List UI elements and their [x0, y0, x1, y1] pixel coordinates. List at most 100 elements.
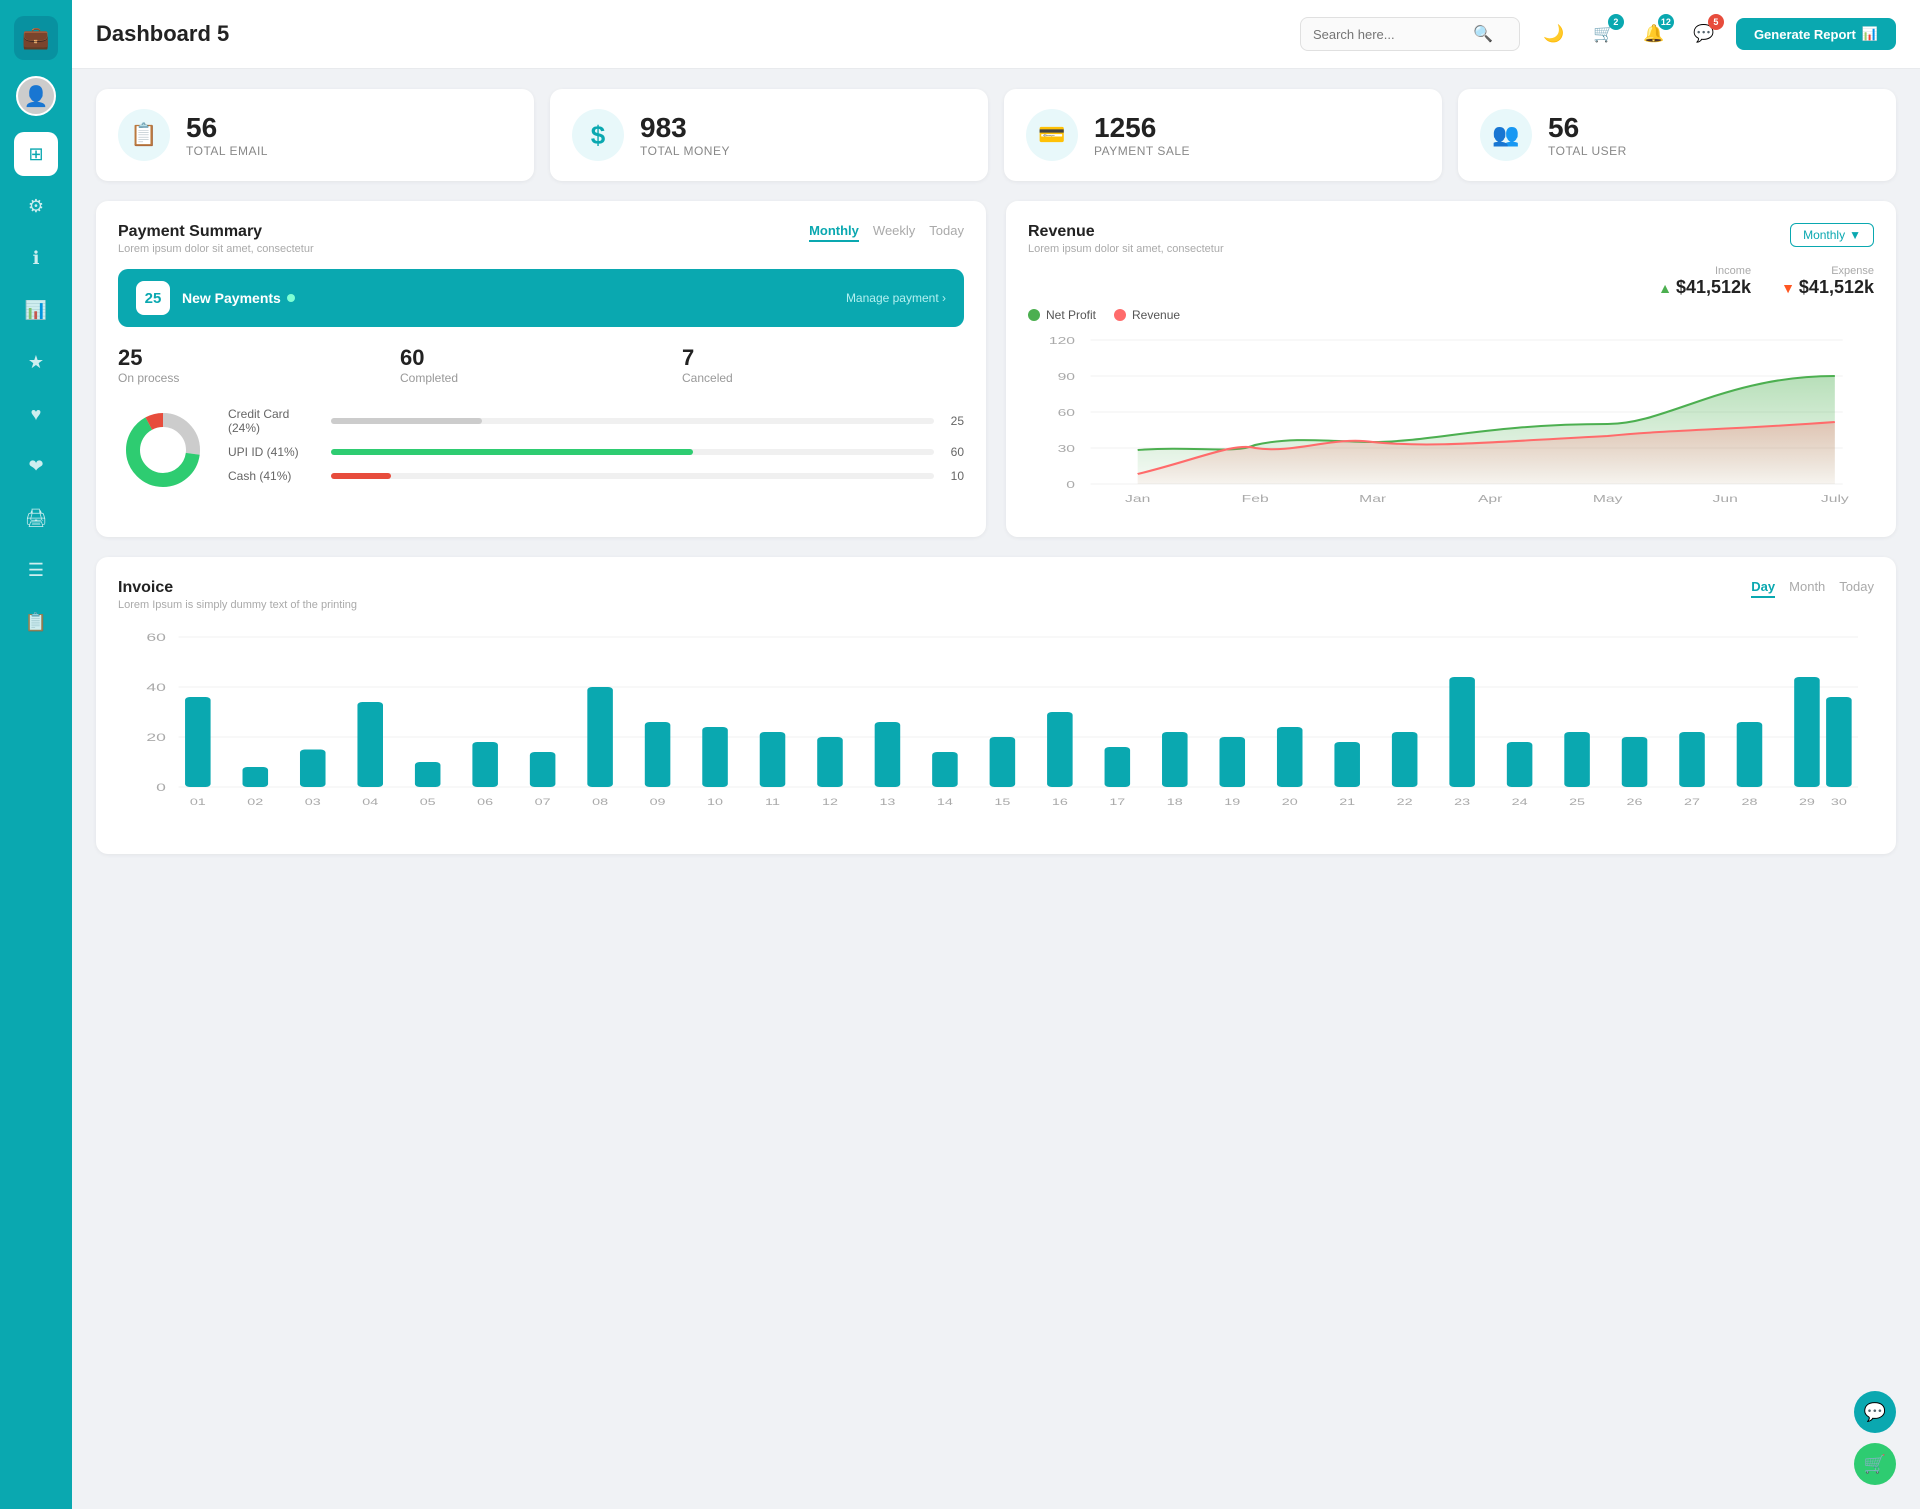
notification-button[interactable]: 🔔 12 [1636, 16, 1672, 52]
bar-06 [472, 742, 498, 787]
progress-val-cc: 25 [942, 414, 964, 428]
sidebar-item-list[interactable]: 📋 [14, 600, 58, 644]
revenue-period-button[interactable]: Monthly ▼ [1790, 223, 1874, 247]
donut-area: Credit Card (24%) 25 UPI ID (41%) 60 [118, 405, 964, 495]
svg-text:60: 60 [1058, 407, 1075, 418]
search-icon: 🔍 [1473, 24, 1493, 44]
user-icon: 👥 [1480, 109, 1532, 161]
revenue-card: Revenue Lorem ipsum dolor sit amet, cons… [1006, 201, 1896, 537]
stats-3: 25 On process 60 Completed 7 Canceled [118, 345, 964, 385]
page-title: Dashboard 5 [96, 21, 1300, 47]
stat-info-user: 56 TOTAL USER [1548, 112, 1627, 158]
bar-17 [1105, 747, 1131, 787]
expense-arrow-icon: ▼ [1781, 280, 1795, 296]
money-icon: $ [572, 109, 624, 161]
bar-25 [1564, 732, 1590, 787]
svg-text:May: May [1593, 493, 1623, 504]
revenue-chart: 120 90 60 30 0 Jan Feb Mar Apr May Jun J… [1028, 330, 1874, 515]
new-payments-bar: 25 New Payments Manage payment › [118, 269, 964, 327]
legend-label-netprofit: Net Profit [1046, 308, 1096, 322]
svg-text:05: 05 [420, 797, 436, 808]
inv-tab-month[interactable]: Month [1789, 579, 1825, 598]
fab-area: 💬 🛒 [1854, 1391, 1896, 1485]
sidebar-item-settings[interactable]: ⚙ [14, 184, 58, 228]
email-value: 56 [186, 112, 268, 144]
progress-item-creditcard: Credit Card (24%) 25 [228, 407, 964, 435]
sidebar-avatar[interactable]: 👤 [16, 76, 56, 116]
chat-button[interactable]: 💬 5 [1686, 16, 1722, 52]
svg-text:30: 30 [1831, 797, 1847, 808]
expense-amount: $41,512k [1799, 277, 1874, 298]
svg-text:23: 23 [1454, 797, 1470, 808]
rev-header: Revenue Lorem ipsum dolor sit amet, cons… [1028, 223, 1874, 255]
sidebar-item-dashboard[interactable]: ⊞ [14, 132, 58, 176]
invoice-card: Invoice Lorem Ipsum is simply dummy text… [96, 557, 1896, 854]
cart-fab[interactable]: 🛒 [1854, 1443, 1896, 1485]
svg-text:Jan: Jan [1125, 493, 1150, 504]
svg-text:Jun: Jun [1713, 493, 1738, 504]
invoice-subtitle: Lorem Ipsum is simply dummy text of the … [118, 599, 357, 611]
ps-header: Payment Summary Lorem ipsum dolor sit am… [118, 223, 964, 255]
sidebar-logo[interactable]: 💼 [14, 16, 58, 60]
moon-icon: 🌙 [1543, 24, 1564, 44]
chart-icon: 📊 [1862, 26, 1878, 42]
manage-payment-link[interactable]: Manage payment › [846, 291, 946, 305]
sidebar-item-menu[interactable]: ☰ [14, 548, 58, 592]
cart-button[interactable]: 🛒 2 [1586, 16, 1622, 52]
ps-subtitle: Lorem ipsum dolor sit amet, consectetur [118, 243, 314, 255]
payment-icon: 💳 [1026, 109, 1078, 161]
svg-text:08: 08 [592, 797, 608, 808]
svg-text:11: 11 [765, 797, 780, 808]
generate-report-button[interactable]: Generate Report 📊 [1736, 18, 1896, 50]
stat3-onprocess-label: On process [118, 371, 400, 385]
dark-mode-toggle[interactable]: 🌙 [1536, 16, 1572, 52]
bar-26 [1622, 737, 1648, 787]
donut-svg [118, 405, 208, 495]
svg-text:25: 25 [1569, 797, 1585, 808]
sidebar-item-heart[interactable]: ♥ [14, 392, 58, 436]
ps-tab-monthly[interactable]: Monthly [809, 223, 859, 242]
rev-title-area: Revenue Lorem ipsum dolor sit amet, cons… [1028, 223, 1224, 255]
search-bar[interactable]: 🔍 [1300, 17, 1520, 51]
legend-label-revenue: Revenue [1132, 308, 1180, 322]
svg-text:20: 20 [146, 732, 166, 744]
bar-14 [932, 752, 958, 787]
bar-29 [1794, 677, 1820, 787]
bar-18 [1162, 732, 1188, 787]
progress-fill-cc [331, 418, 482, 424]
invoice-bar-chart: 60 40 20 0 [118, 627, 1874, 832]
sidebar-item-info[interactable]: ℹ [14, 236, 58, 280]
stat-card-payment: 💳 1256 PAYMENT SALE [1004, 89, 1442, 181]
svg-text:02: 02 [247, 797, 263, 808]
inv-tab-day[interactable]: Day [1751, 579, 1775, 598]
svg-text:21: 21 [1339, 797, 1355, 808]
bar-11 [760, 732, 786, 787]
ps-title-area: Payment Summary Lorem ipsum dolor sit am… [118, 223, 314, 255]
payment-summary-card: Payment Summary Lorem ipsum dolor sit am… [96, 201, 986, 537]
stat3-onprocess: 25 On process [118, 345, 400, 385]
income-arrow-icon: ▲ [1658, 280, 1672, 296]
svg-text:19: 19 [1224, 797, 1240, 808]
np-left: 25 New Payments [136, 281, 295, 315]
sidebar-item-analytics[interactable]: 📊 [14, 288, 58, 332]
payment-label: PAYMENT SALE [1094, 144, 1190, 158]
ps-tab-weekly[interactable]: Weekly [873, 223, 915, 242]
inv-tab-today[interactable]: Today [1839, 579, 1874, 598]
payment-value: 1256 [1094, 112, 1190, 144]
support-fab[interactable]: 💬 [1854, 1391, 1896, 1433]
sidebar-item-star[interactable]: ★ [14, 340, 58, 384]
sidebar-item-print[interactable]: 🖨 [14, 496, 58, 540]
bar-20 [1277, 727, 1303, 787]
income-value: ▲ $41,512k [1658, 277, 1751, 298]
svg-text:0: 0 [156, 782, 166, 794]
money-value: 983 [640, 112, 730, 144]
svg-text:20: 20 [1282, 797, 1298, 808]
sidebar-item-heart2[interactable]: ❤ [14, 444, 58, 488]
svg-text:27: 27 [1684, 797, 1700, 808]
svg-text:13: 13 [879, 797, 895, 808]
svg-text:06: 06 [477, 797, 493, 808]
svg-text:90: 90 [1058, 371, 1075, 382]
donut-chart [118, 405, 208, 495]
ps-tab-today[interactable]: Today [929, 223, 964, 242]
search-input[interactable] [1313, 27, 1473, 42]
